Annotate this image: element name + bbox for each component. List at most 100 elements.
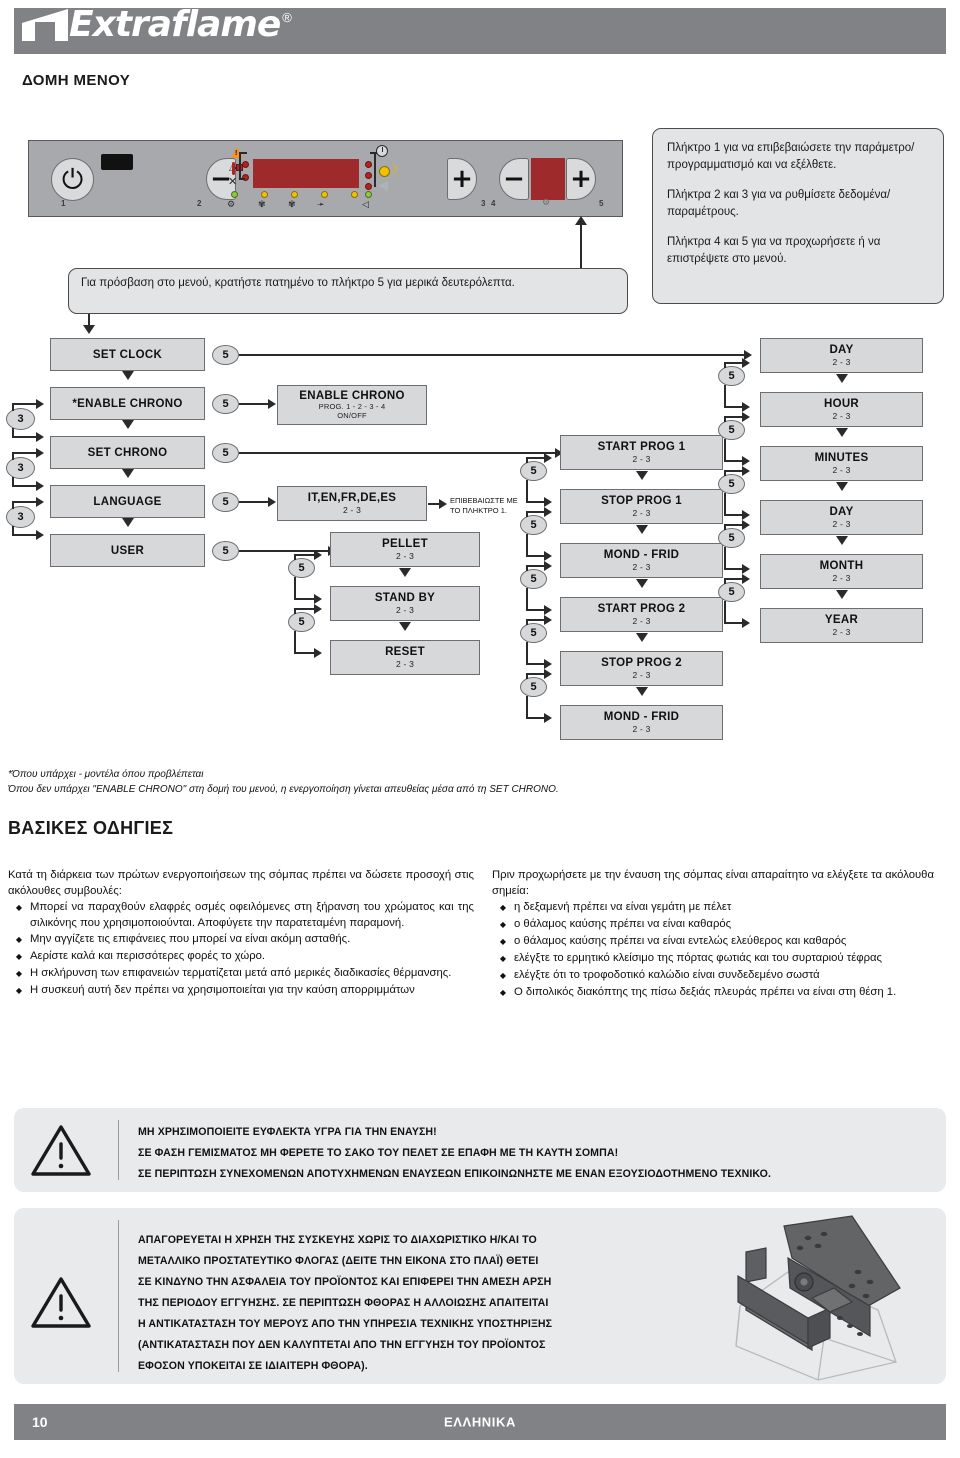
flow-label: MOND - FRID — [603, 711, 680, 723]
led-auger — [231, 191, 238, 198]
flow-label: RESET — [385, 646, 425, 658]
flow-sublabel: 2 - 3 — [395, 605, 414, 615]
flow-box-stand-by: STAND BY 2 - 3 — [330, 586, 480, 621]
leader-arrow-up — [575, 216, 587, 225]
flow-label: ENABLE CHRONO — [299, 390, 405, 402]
flow-bubble-5: 5 — [212, 394, 239, 414]
footnote: *Όπου υπάρχει - μοντέλα όπου προβλέπεται… — [8, 768, 952, 797]
flow-box-month: MONTH 2 - 3 — [760, 554, 923, 589]
warning-box-flammable: ΜΗ ΧΡΗΣΙΜΟΠΟΙΕΙΤΕ ΕΥΦΛΕΚΤΑ ΥΓΡΑ ΓΙΑ ΤΗΝ … — [14, 1108, 946, 1192]
list-item-text: ελέγξτε το ερμητικό κλείσιμο της πόρτας … — [514, 952, 882, 965]
flow-label: *ENABLE CHRONO — [72, 397, 183, 410]
bullet-icon: ◆ — [499, 920, 507, 930]
warning-line: Η ΑΝΤΙΚΑΤΑΣΤΑΣΗ ΤΟΥ ΜΕΡΟΥΣ ΑΠΟ ΤΗΝ ΥΠΗΡΕ… — [138, 1318, 553, 1330]
flow-arrow-right — [36, 432, 44, 442]
flow-arrow-right — [544, 659, 552, 669]
flow-box-stop-prog-2: STOP PROG 2 2 - 3 — [560, 651, 723, 686]
flow-sublabel: 2 - 3 — [632, 724, 651, 734]
minus-button-4[interactable]: − — [499, 158, 529, 200]
flow-arrow-right — [544, 713, 552, 723]
flow-arrow-down — [836, 428, 848, 437]
flow-box-hour: HOUR 2 - 3 — [760, 392, 923, 427]
flow-arrow-down — [122, 420, 134, 429]
menu-structure-flowchart: SET CLOCK *ENABLE CHRONO SET CHRONO LANG… — [0, 330, 960, 770]
list-item-text: Μην αγγίζετε τις επιφάνειες που μπορεί ν… — [30, 933, 351, 946]
flow-label: MINUTES — [814, 452, 869, 464]
list-item-text: Η συσκευή αυτή δεν πρέπει να χρησιμοποιε… — [30, 984, 415, 997]
power-button[interactable]: ⏻ — [51, 158, 94, 201]
menu-access-callout: Για πρόσβαση στο μενού, κρατήστε πατημέν… — [68, 268, 628, 314]
warning-line: ΣΕ ΦΑΣΗ ΓΕΜΙΣΜΑΤΟΣ ΜΗ ΦΕΡΕΤΕ ΤΟ ΣΑΚΟ ΤΟΥ… — [138, 1147, 619, 1159]
list-item-text: Μπορεί να παραχθούν ελαφρές οσμές οφειλό… — [30, 901, 474, 929]
flow-label: SET CHRONO — [87, 446, 168, 459]
led-exhaust — [321, 191, 328, 198]
flow-sublabel-2: ON/OFF — [337, 411, 367, 420]
flow-arrow-down — [636, 687, 648, 696]
flow-box-start-prog-1: START PROG 1 2 - 3 — [560, 435, 723, 470]
flow-arrow-right — [544, 497, 552, 507]
flow-sublabel: 2 - 3 — [832, 465, 851, 475]
key-function-1: Πλήκτρο 1 για να επιβεβαιώσετε την παράμ… — [667, 142, 915, 171]
flow-arrow-right — [314, 594, 322, 604]
flow-arrow-down — [122, 469, 134, 478]
flow-box-set-clock: SET CLOCK — [50, 338, 205, 371]
footer-language: ΕΛΛΗΝΙΚΑ — [444, 1414, 516, 1430]
warning-line: ΣΕ ΚΙΝΔΥΝΟ ΤΗΝ ΑΣΦΑΛΕΙΑ ΤΟΥ ΠΡΟΪΟΝΤΟΣ ΚΑ… — [138, 1276, 552, 1288]
list-item: ◆ η δεξαμενή πρέπει να είναι γεμάτη με π… — [492, 900, 952, 916]
led-fan1 — [261, 191, 268, 198]
warning-line: ΣΕ ΠΕΡΙΠΤΩΣΗ ΣΥΝΕΧΟΜΕΝΩΝ ΑΠΟΤΥΧΗΜΕΝΩΝ ΕΝ… — [138, 1168, 772, 1180]
flow-arrow-right — [742, 520, 750, 530]
list-item: ◆ Η σκλήρυνση των επιφανειών τερματίζετα… — [8, 966, 474, 982]
secondary-display — [531, 158, 565, 200]
confirm-note: ΕΠΙΒΕΒΑΙΩΣΤΕ ΜΕ ΤΟ ΠΛΗΚΤΡΟ 1. — [450, 496, 518, 515]
plus-button-5[interactable]: + — [566, 158, 596, 200]
warning-line: ΤΗΣ ΠΕΡΙΟΔΟΥ ΕΓΓΥΗΣΗΣ. ΣΕ ΠΕΡΙΠΤΩΣΗ ΦΘΟΡ… — [138, 1297, 549, 1309]
led-eco — [365, 172, 372, 179]
flow-arrow-right — [742, 412, 750, 422]
flow-arrow-right — [314, 550, 322, 560]
flow-box-reset: RESET 2 - 3 — [330, 640, 480, 675]
flow-arrow-right — [268, 399, 276, 409]
flow-box-enable-chrono: *ENABLE CHRONO — [50, 387, 205, 420]
flow-arrow-right — [314, 648, 322, 658]
plus-button-3[interactable]: + — [447, 158, 477, 200]
flow-label: STOP PROG 2 — [601, 657, 682, 669]
flow-box-set-chrono: SET CHRONO — [50, 436, 205, 469]
flow-label: MOND - FRID — [603, 549, 680, 561]
warning-line: (ΑΝΤΙΚΑΤΑΣΤΑΣΗ ΠΟΥ ΔΕΝ ΚΑΛΥΠΤΕΤΑΙ ΑΠΟ ΤΗ… — [138, 1339, 546, 1351]
list-item-text: η δεξαμενή πρέπει να είναι γεμάτη με πέλ… — [514, 901, 732, 914]
key-label-5: 5 — [599, 199, 604, 208]
flow-arrow-down — [636, 633, 648, 642]
left-intro: Κατά τη διάρκεια των πρώτων ενεργοποιήσε… — [8, 869, 474, 897]
flow-arrow-right — [36, 448, 44, 458]
flow-bubble-5: 5 — [288, 612, 315, 632]
list-item: ◆ ο θάλαμος καύσης πρέπει να είναι εντελ… — [492, 934, 952, 950]
flow-sublabel: 2 - 3 — [632, 454, 651, 464]
flow-arrow-down — [399, 568, 411, 577]
flow-arrow-right — [544, 561, 552, 571]
led-remote — [365, 191, 372, 198]
list-item: ◆ Ο διπολικός διακόπτης της πίσω δεξιάς … — [492, 985, 952, 1001]
list-item: ◆ ο θάλαμος καύσης πρέπει να είναι καθαρ… — [492, 917, 952, 933]
key-label-2: 2 — [197, 199, 202, 208]
flow-sublabel: 2 - 3 — [632, 616, 651, 626]
flow-sublabel: 2 - 3 — [632, 670, 651, 680]
flow-bubble-5: 5 — [520, 623, 547, 643]
flow-arrow-down — [636, 471, 648, 480]
thermometer-icon — [232, 162, 235, 175]
flame-guard-illustration — [700, 1214, 950, 1382]
flow-box-stop-prog-1: STOP PROG 1 2 - 3 — [560, 489, 723, 524]
flow-box-start-prog-2: START PROG 2 2 - 3 — [560, 597, 723, 632]
flow-sublabel: 2 - 3 — [832, 357, 851, 367]
key-functions-callout: Πλήκτρο 1 για να επιβεβαιώσετε την παράμ… — [652, 128, 944, 304]
flow-box-languages: IT,EN,FR,DE,ES 2 - 3 — [277, 486, 427, 521]
flow-bubble-5: 5 — [212, 541, 239, 561]
flow-sublabel: 2 - 3 — [342, 505, 361, 515]
flow-arrow-down — [636, 579, 648, 588]
flow-arrow-right — [742, 466, 750, 476]
flow-arrow-right — [314, 604, 322, 614]
flow-label: START PROG 1 — [597, 441, 686, 453]
list-item-text: ο θάλαμος καύσης πρέπει να είναι καθαρός — [514, 918, 732, 931]
flow-box-enable-chrono-detail: ENABLE CHRONO PROG. 1 - 2 - 3 - 4 ON/OFF — [277, 385, 427, 425]
flow-arrow-right — [742, 564, 750, 574]
